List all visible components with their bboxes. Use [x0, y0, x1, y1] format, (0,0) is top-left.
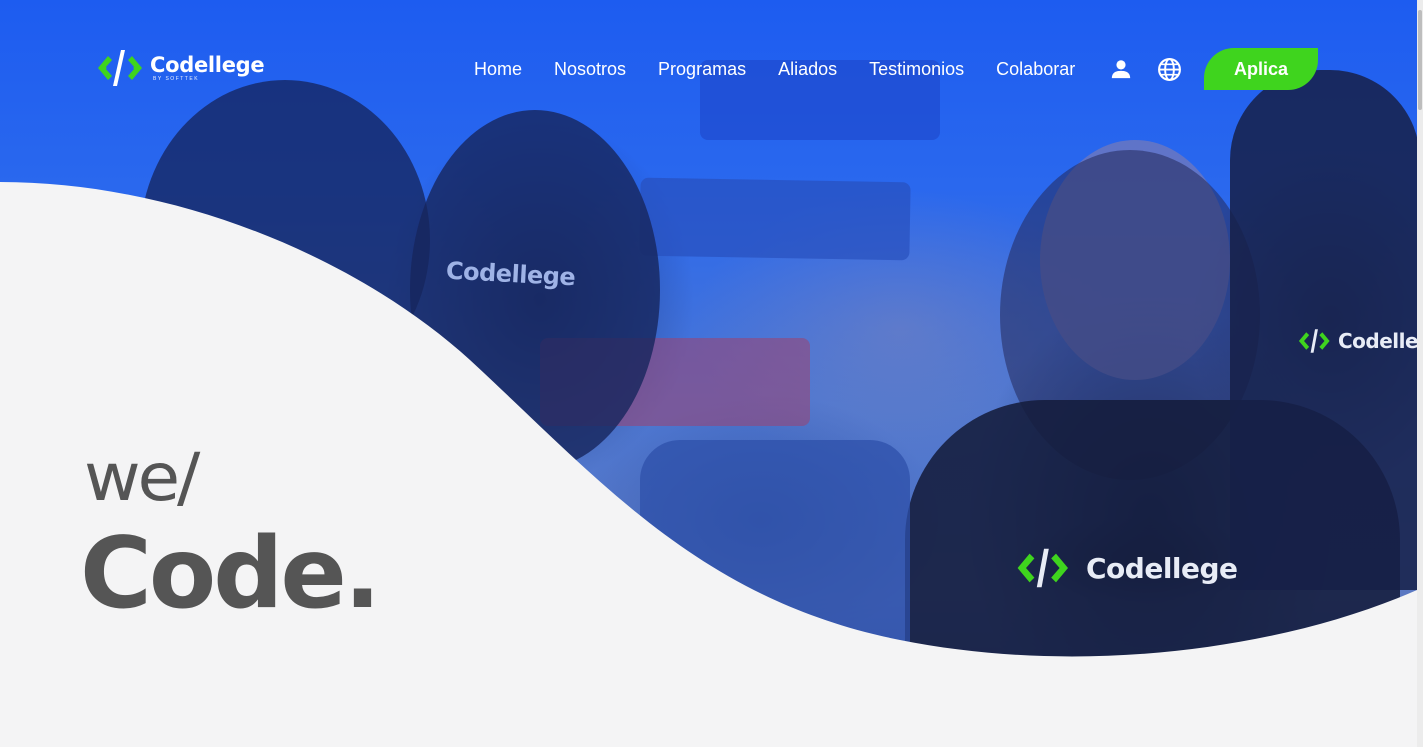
nav-item-home[interactable]: Home: [474, 58, 522, 80]
nav-item-aliados[interactable]: Aliados: [778, 58, 837, 80]
site-header: Codellege BY SOFTTEK Home Nosotros Progr…: [0, 0, 1417, 140]
nav-item-programas[interactable]: Programas: [658, 58, 746, 80]
user-icon[interactable]: [1110, 58, 1132, 80]
page-scrollbar[interactable]: [1417, 0, 1423, 747]
brand-logo[interactable]: Codellege BY SOFTTEK: [94, 48, 274, 88]
scrollbar-thumb[interactable]: [1418, 10, 1422, 110]
globe-icon[interactable]: [1157, 57, 1182, 82]
main-nav: Home Nosotros Programas Aliados Testimon…: [474, 58, 1075, 80]
nav-item-nosotros[interactable]: Nosotros: [554, 58, 626, 80]
apply-button[interactable]: Aplica: [1204, 48, 1318, 90]
nav-item-testimonios[interactable]: Testimonios: [869, 58, 964, 80]
hero-headline-line2: Code.: [80, 517, 381, 631]
brand-tagline: BY SOFTTEK: [153, 76, 200, 82]
nav-item-colaborar[interactable]: Colaborar: [996, 58, 1075, 80]
brand-name: Codellege: [150, 53, 265, 77]
hero-headline-line1: we/: [84, 439, 200, 516]
brand-logo-text: Codellege BY SOFTTEK: [150, 53, 265, 82]
code-brackets-logo-icon: [98, 50, 142, 86]
